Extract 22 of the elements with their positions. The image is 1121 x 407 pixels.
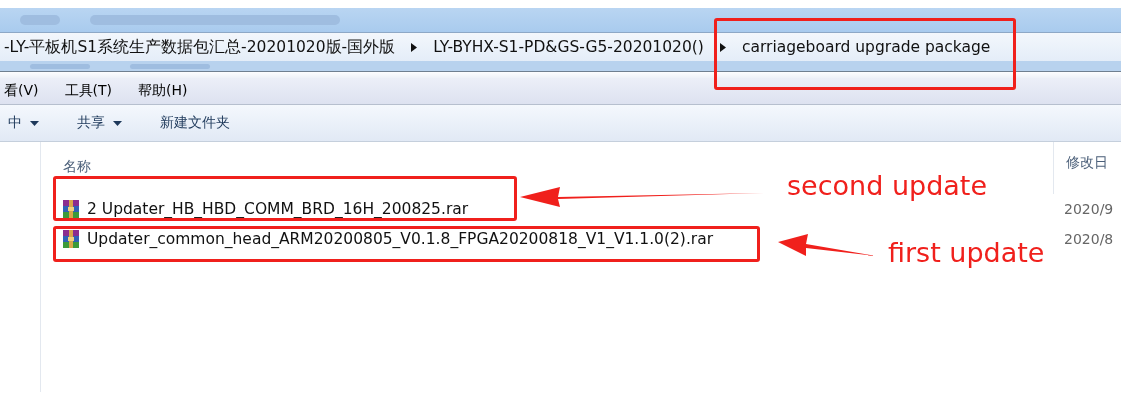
chevron-icon bbox=[411, 42, 418, 52]
breadcrumb-item[interactable]: -LY-平板机S1系统生产数据包汇总-20201020版-国外版 bbox=[4, 36, 396, 58]
column-header[interactable]: 修改日 bbox=[1053, 142, 1121, 194]
blurred-toolbar bbox=[30, 63, 90, 69]
toolbar-button[interactable]: 共享 bbox=[73, 112, 126, 134]
menu-item[interactable]: 帮助(H) bbox=[138, 82, 188, 100]
file-name[interactable]: Updater_common_head_ARM20200805_V0.1.8_FPGA20200818_V1_V1.1.0(2).rar bbox=[87, 230, 714, 248]
breadcrumb-item[interactable]: LY-BYHX-S1-PD&GS-G5-20201020() bbox=[433, 38, 704, 56]
menu-item[interactable]: 工具(T) bbox=[64, 82, 112, 100]
caret-icon bbox=[30, 120, 39, 126]
toolbar-button[interactable]: 中 bbox=[4, 112, 43, 134]
caret-icon bbox=[113, 120, 122, 126]
menu-item[interactable]: 看(V) bbox=[4, 82, 39, 100]
archive-icon bbox=[61, 229, 81, 249]
date-cell-text: 2020/9 bbox=[1063, 201, 1114, 217]
chevron-icon bbox=[719, 42, 726, 52]
file-name[interactable]: 2 Updater_HB_HBD_COMM_BRD_16H_200825.rar bbox=[87, 200, 469, 218]
date-cell-text: 2020/8 bbox=[1063, 231, 1114, 247]
archive-icon bbox=[61, 199, 81, 219]
annotation-label: first update bbox=[888, 237, 1045, 268]
breadcrumb-item[interactable]: carriageboard upgrade package bbox=[741, 38, 991, 56]
toolbar-button[interactable]: 新建文件夹 bbox=[156, 112, 234, 134]
